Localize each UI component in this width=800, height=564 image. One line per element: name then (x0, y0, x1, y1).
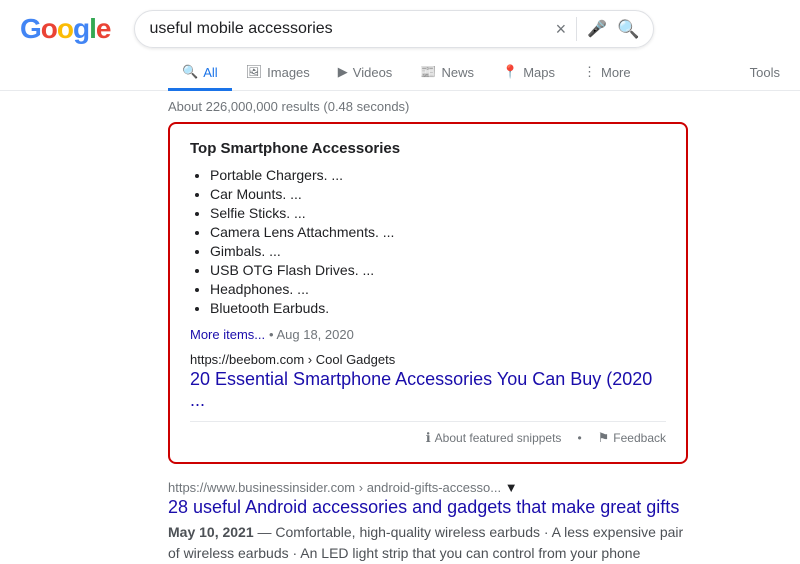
about-snippets[interactable]: ℹ About featured snippets (426, 430, 562, 446)
google-logo: Google (20, 13, 110, 45)
search-input[interactable] (149, 20, 547, 38)
snippet-list: Portable Chargers. ... Car Mounts. ... S… (190, 167, 666, 316)
tab-news[interactable]: 📰 News (406, 56, 488, 91)
about-snippets-label: About featured snippets (435, 431, 562, 445)
tab-videos-icon: ▶ (338, 64, 348, 80)
tab-tools-label: Tools (750, 65, 780, 80)
feedback-icon: ⚑ (598, 430, 610, 446)
tab-more-icon: ⋮ (583, 64, 596, 80)
result-url: https://www.businessinsider.com › androi… (168, 480, 688, 495)
list-item: Portable Chargers. ... (210, 167, 666, 183)
main-content: Top Smartphone Accessories Portable Char… (0, 122, 800, 564)
tab-tools[interactable]: Tools (736, 57, 800, 91)
result-date: May 10, 2021 (168, 524, 254, 540)
list-item: USB OTG Flash Drives. ... (210, 262, 666, 278)
tab-all-label: All (203, 65, 217, 80)
tab-all[interactable]: 🔍 All (168, 56, 232, 91)
tab-videos[interactable]: ▶ Videos (324, 56, 407, 91)
footer-separator: • (577, 431, 581, 445)
divider (576, 17, 577, 41)
search-submit-icon[interactable]: 🔍 (617, 19, 639, 40)
featured-snippet: Top Smartphone Accessories Portable Char… (168, 122, 688, 464)
feedback-label: Feedback (613, 431, 666, 445)
search-icons: × 🎤 🔍 (556, 17, 640, 41)
feedback-button[interactable]: ⚑ Feedback (598, 430, 666, 446)
snippet-date: • Aug 18, 2020 (269, 327, 354, 342)
list-item: Gimbals. ... (210, 243, 666, 259)
info-icon: ℹ (426, 430, 431, 446)
tab-maps-label: Maps (523, 65, 555, 80)
result-description: May 10, 2021 — Comfortable, high-quality… (168, 522, 688, 564)
list-item: Car Mounts. ... (210, 186, 666, 202)
tab-maps-icon: 📍 (502, 64, 518, 80)
tab-more[interactable]: ⋮ More (569, 56, 645, 91)
list-item: Selfie Sticks. ... (210, 205, 666, 221)
list-item: Headphones. ... (210, 281, 666, 297)
list-item: Bluetooth Earbuds. (210, 300, 666, 316)
tab-videos-label: Videos (353, 65, 393, 80)
search-bar: × 🎤 🔍 (134, 10, 654, 48)
tab-images-label: Images (267, 65, 310, 80)
clear-icon[interactable]: × (556, 19, 567, 40)
snippet-title: Top Smartphone Accessories (190, 140, 666, 157)
tab-news-icon: 📰 (420, 64, 436, 80)
list-item: Camera Lens Attachments. ... (210, 224, 666, 240)
snippet-more-date: More items... • Aug 18, 2020 (190, 326, 666, 342)
tab-more-label: More (601, 65, 631, 80)
tab-images-icon: 🖼 (246, 64, 263, 80)
mic-icon[interactable]: 🎤 (587, 19, 607, 39)
snippet-source-url: https://beebom.com › Cool Gadgets (190, 352, 666, 367)
tab-maps[interactable]: 📍 Maps (488, 56, 569, 91)
results-count: About 226,000,000 results (0.48 seconds) (0, 91, 800, 122)
more-items-link[interactable]: More items... (190, 327, 265, 342)
snippet-footer: ℹ About featured snippets • ⚑ Feedback (190, 421, 666, 446)
result-url-arrow[interactable]: ▼ (505, 480, 518, 495)
snippet-result-link[interactable]: 20 Essential Smartphone Accessories You … (190, 369, 652, 410)
result-item-2: https://www.businessinsider.com › androi… (168, 480, 688, 564)
header: Google × 🎤 🔍 (0, 0, 800, 48)
nav-tabs: 🔍 All 🖼 Images ▶ Videos 📰 News 📍 Maps ⋮ … (0, 48, 800, 91)
tab-images[interactable]: 🖼 Images (232, 56, 324, 91)
tab-news-label: News (442, 65, 475, 80)
tab-all-icon: 🔍 (182, 64, 198, 80)
